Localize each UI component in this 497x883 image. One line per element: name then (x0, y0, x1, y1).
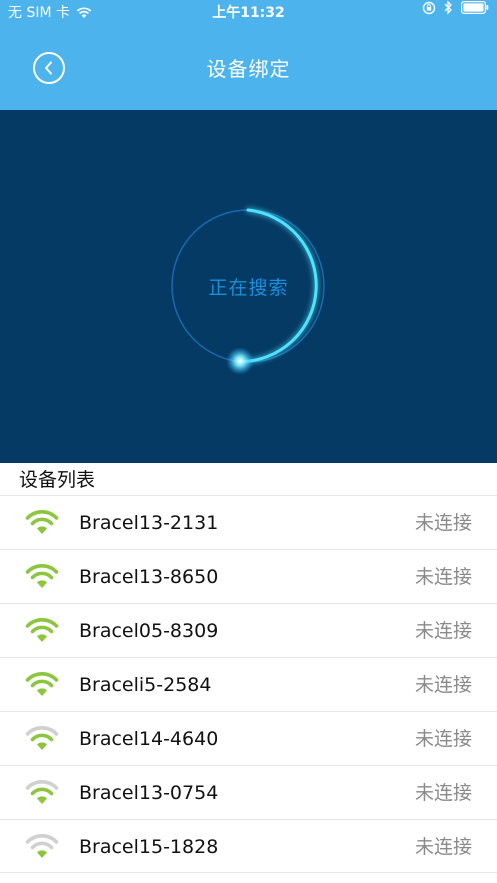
wifi-signal-icon (25, 510, 59, 534)
device-name: Bracel13-8650 (79, 566, 219, 588)
connection-status: 未连接 (414, 620, 472, 642)
device-name: Braceli5-2584 (79, 674, 212, 696)
page-title: 设备绑定 (206, 57, 291, 81)
connection-status: 未连接 (414, 674, 472, 696)
device-list-title: 设备列表 (19, 469, 96, 491)
device-name: Bracel15-1828 (79, 836, 219, 858)
wifi-signal-icon (25, 618, 59, 642)
device-row[interactable]: Bracel13-8650 未连接 (0, 549, 497, 603)
search-status-text: 正在搜索 (208, 277, 289, 299)
wifi-signal-icon (25, 726, 59, 750)
device-row[interactable]: Bracel05-8309 未连接 (0, 603, 497, 657)
device-list: Bracel13-2131 未连接 Bracel13-8650 未连接 Brac… (0, 495, 497, 873)
orientation-lock-icon (422, 1, 436, 14)
device-row[interactable]: Bracel15-1828 未连接 (0, 819, 497, 873)
search-panel: 正在搜索 (0, 110, 497, 463)
connection-status: 未连接 (414, 728, 472, 750)
connection-status: 未连接 (414, 566, 472, 588)
device-row[interactable]: Bracel14-4640 未连接 (0, 711, 497, 765)
status-right (422, 0, 489, 15)
connection-status: 未连接 (414, 836, 472, 858)
device-name: Bracel13-2131 (79, 512, 219, 534)
device-row[interactable]: Braceli5-2584 未连接 (0, 657, 497, 711)
device-name: Bracel13-0754 (79, 782, 219, 804)
device-name: Bracel14-4640 (79, 728, 219, 750)
connection-status: 未连接 (414, 512, 472, 534)
wifi-signal-icon (25, 672, 59, 696)
device-row[interactable]: Bracel13-0754 未连接 (0, 765, 497, 819)
connection-status: 未连接 (414, 782, 472, 804)
wifi-signal-icon (25, 780, 59, 804)
search-radar-icon (171, 208, 325, 375)
wifi-signal-icon (25, 564, 59, 588)
device-name: Bracel05-8309 (79, 620, 219, 642)
header: 无 SIM 卡 上午11:32 设备绑定 (0, 0, 497, 110)
status-bar: 无 SIM 卡 上午11:32 (0, 0, 497, 26)
wifi-signal-icon (25, 834, 59, 858)
bluetooth-icon (444, 0, 452, 15)
battery-icon (461, 1, 489, 14)
device-row[interactable]: Bracel13-2131 未连接 (0, 495, 497, 549)
nav-bar: 设备绑定 (0, 26, 497, 110)
